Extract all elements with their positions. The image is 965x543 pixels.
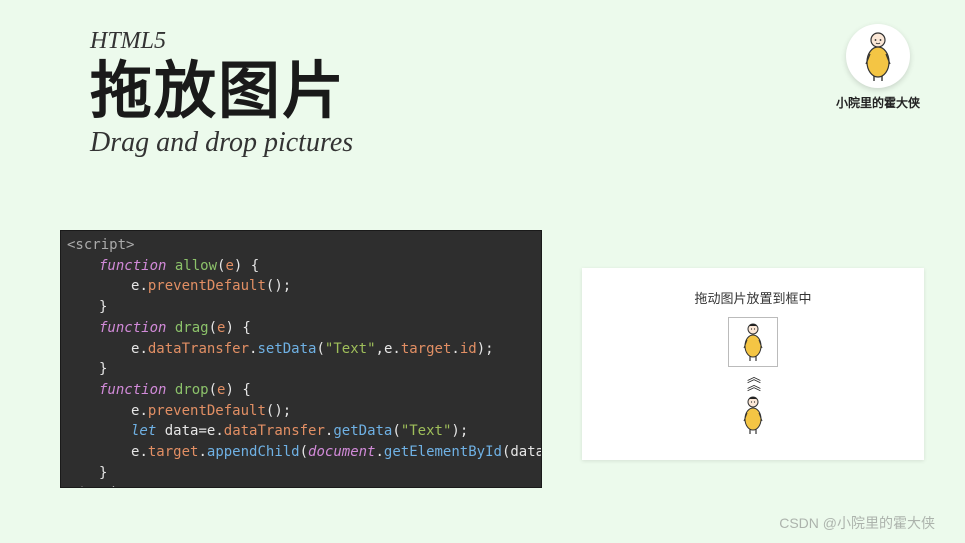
demo-panel: 拖动图片放置到框中 ︽︽ — [582, 268, 924, 460]
header-block: HTML5 拖放图片 Drag and drop pictures — [90, 28, 353, 159]
avatar-caption: 小院里的霍大侠 — [836, 94, 920, 111]
watermark: CSDN @小院里的霍大侠 — [779, 513, 935, 533]
box-person-icon — [740, 322, 766, 362]
topic-label: HTML5 — [90, 28, 353, 55]
code-close-tag: </script> — [67, 485, 143, 488]
draggable-figure[interactable] — [740, 395, 766, 440]
avatar-block: 小院里的霍大侠 — [836, 24, 920, 111]
subtitle-en: Drag and drop pictures — [90, 127, 353, 159]
code-panel: <script> function allow(e) { e.preventDe… — [60, 230, 542, 488]
drag-person-icon — [740, 395, 766, 435]
up-arrows-icon: ︽︽ — [582, 373, 924, 389]
demo-caption: 拖动图片放置到框中 — [582, 288, 924, 307]
avatar-circle — [846, 24, 910, 88]
avatar-person-icon — [858, 30, 898, 82]
page-title: 拖放图片 — [90, 61, 353, 123]
drop-target-box[interactable] — [728, 317, 778, 367]
code-open-tag: <script> — [67, 237, 134, 253]
